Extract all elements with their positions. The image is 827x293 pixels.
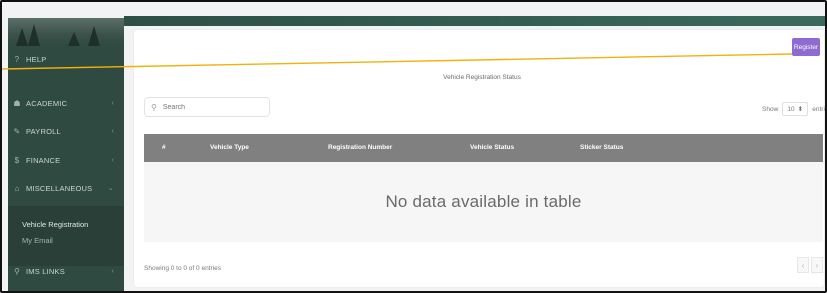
column-header-sticker-status[interactable]: Sticker Status (580, 144, 623, 151)
sidebar-subitem-vehicle-registration[interactable]: Vehicle Registration (8, 216, 124, 232)
column-header-vehicle-type[interactable]: Vehicle Type (210, 144, 249, 151)
chevron-left-icon: ‹ (111, 267, 114, 275)
tree-silhouette (88, 26, 100, 46)
finance-icon: $ (14, 155, 20, 165)
previous-page-button[interactable]: ‹ (797, 257, 809, 273)
register-button[interactable]: Register (792, 38, 820, 56)
chevron-left-icon: ‹ (111, 99, 114, 107)
column-header-number[interactable]: # (162, 144, 166, 151)
sort-arrows-icon: ⬍ (797, 106, 804, 113)
sidebar-item-label: ACADEMIC (26, 98, 68, 108)
sidebar-item-help[interactable]: ? HELP (8, 46, 124, 72)
show-label: Show (762, 105, 779, 113)
empty-table-message: No data available in table (385, 192, 582, 211)
sidebar-subitem-my-email[interactable]: My Email (8, 232, 124, 248)
chevron-left-icon: ‹ (111, 156, 114, 164)
sidebar-item-miscellaneous[interactable]: ⌂ MISCELLANEOUS ⌄ (8, 175, 124, 201)
sidebar-item-label: FINANCE (26, 155, 61, 165)
entries-select-value: 10 (787, 105, 795, 113)
miscellaneous-icon: ⌂ (14, 183, 20, 193)
links-icon: ⚲ (13, 266, 21, 276)
chevron-left-icon: ‹ (111, 127, 114, 135)
sidebar-item-label: PAYROLL (26, 126, 61, 136)
tree-silhouette (28, 24, 40, 46)
entries-select[interactable]: 10 ⬍ (782, 102, 809, 116)
sidebar-item-finance[interactable]: $ FINANCE ‹ (8, 147, 124, 173)
tree-silhouette (68, 32, 80, 46)
sidebar-item-ims-links[interactable]: ⚲ IMS LINKS ‹ (8, 258, 124, 284)
sidebar-item-label: MISCELLANEOUS (26, 183, 93, 193)
sidebar-item-payroll[interactable]: ✎ PAYROLL ‹ (8, 118, 124, 144)
top-header-bar (124, 16, 825, 26)
sidebar-item-label: HELP (26, 54, 47, 64)
search-box[interactable]: ⚲ (144, 97, 270, 117)
column-header-vehicle-status[interactable]: Vehicle Status (470, 144, 514, 151)
academic-icon: ☗ (13, 98, 21, 108)
sidebar-item-label: IMS LINKS (26, 266, 65, 276)
pagination: ‹ › (797, 257, 823, 273)
table-empty-row: No data available in table (144, 162, 823, 242)
next-page-button[interactable]: › (811, 257, 823, 273)
column-header-registration-number[interactable]: Registration Number (328, 144, 392, 151)
search-input[interactable] (162, 103, 263, 111)
table-info: Showing 0 to 0 of 0 entries (144, 265, 221, 272)
payroll-icon: ✎ (13, 126, 21, 136)
sidebar: ? HELP ☗ ACADEMIC ‹ ✎ PAYROLL ‹ $ FINANC… (8, 18, 124, 291)
table-header: # Vehicle Type Registration Number Vehic… (144, 134, 823, 162)
help-icon: ? (14, 54, 20, 64)
tree-silhouette (16, 28, 28, 46)
search-icon: ⚲ (151, 102, 157, 112)
sidebar-banner-image (8, 18, 124, 46)
app-window: ? HELP ☗ ACADEMIC ‹ ✎ PAYROLL ‹ $ FINANC… (0, 0, 827, 293)
page-title: Vehicle Registration Status (443, 74, 521, 81)
entries-label: entries (812, 105, 825, 113)
entries-length-control: Show 10 ⬍ entries (762, 102, 825, 116)
sidebar-item-academic[interactable]: ☗ ACADEMIC ‹ (8, 90, 124, 116)
chevron-down-icon: ⌄ (107, 185, 114, 192)
